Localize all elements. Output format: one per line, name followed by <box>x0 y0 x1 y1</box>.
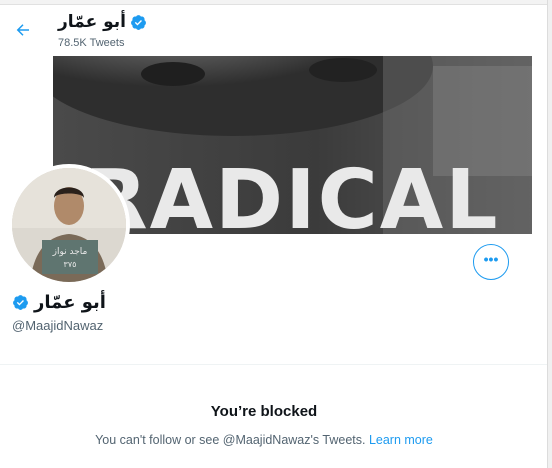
profile-name-row: أبو عمّار <box>12 292 106 313</box>
avatar-image: ماجد نواز ٣٧٥ <box>12 168 126 282</box>
banner-text: RADICAL <box>84 153 499 234</box>
svg-text:٣٧٥: ٣٧٥ <box>64 260 77 269</box>
learn-more-link[interactable]: Learn more <box>369 433 433 447</box>
section-divider <box>0 364 552 365</box>
verified-badge-icon <box>13 295 28 310</box>
profile-name: أبو عمّار <box>34 292 106 313</box>
profile-avatar[interactable]: ماجد نواز ٣٧٥ <box>8 164 130 286</box>
profile-handle: @MaajidNawaz <box>12 318 104 333</box>
verified-badge-icon <box>131 14 146 30</box>
blocked-description-row: You can't follow or see @MaajidNawaz's T… <box>0 433 528 447</box>
profile-header: أبو عمّار 78.5K Tweets <box>0 5 552 55</box>
arrow-left-icon <box>16 24 29 36</box>
blocked-title: You’re blocked <box>210 403 318 420</box>
window-right-edge <box>547 0 552 468</box>
more-options-icon: ••• <box>483 251 499 267</box>
svg-text:ماجد نواز: ماجد نواز <box>52 247 88 257</box>
more-options-button[interactable]: ••• <box>473 244 509 280</box>
back-button[interactable] <box>8 15 38 45</box>
header-name-row: أبو عمّار <box>58 12 147 32</box>
header-name: أبو عمّار <box>58 12 126 32</box>
blocked-description: You can't follow or see @MaajidNawaz's T… <box>95 433 366 447</box>
tweet-count: 78.5K Tweets <box>58 37 125 49</box>
